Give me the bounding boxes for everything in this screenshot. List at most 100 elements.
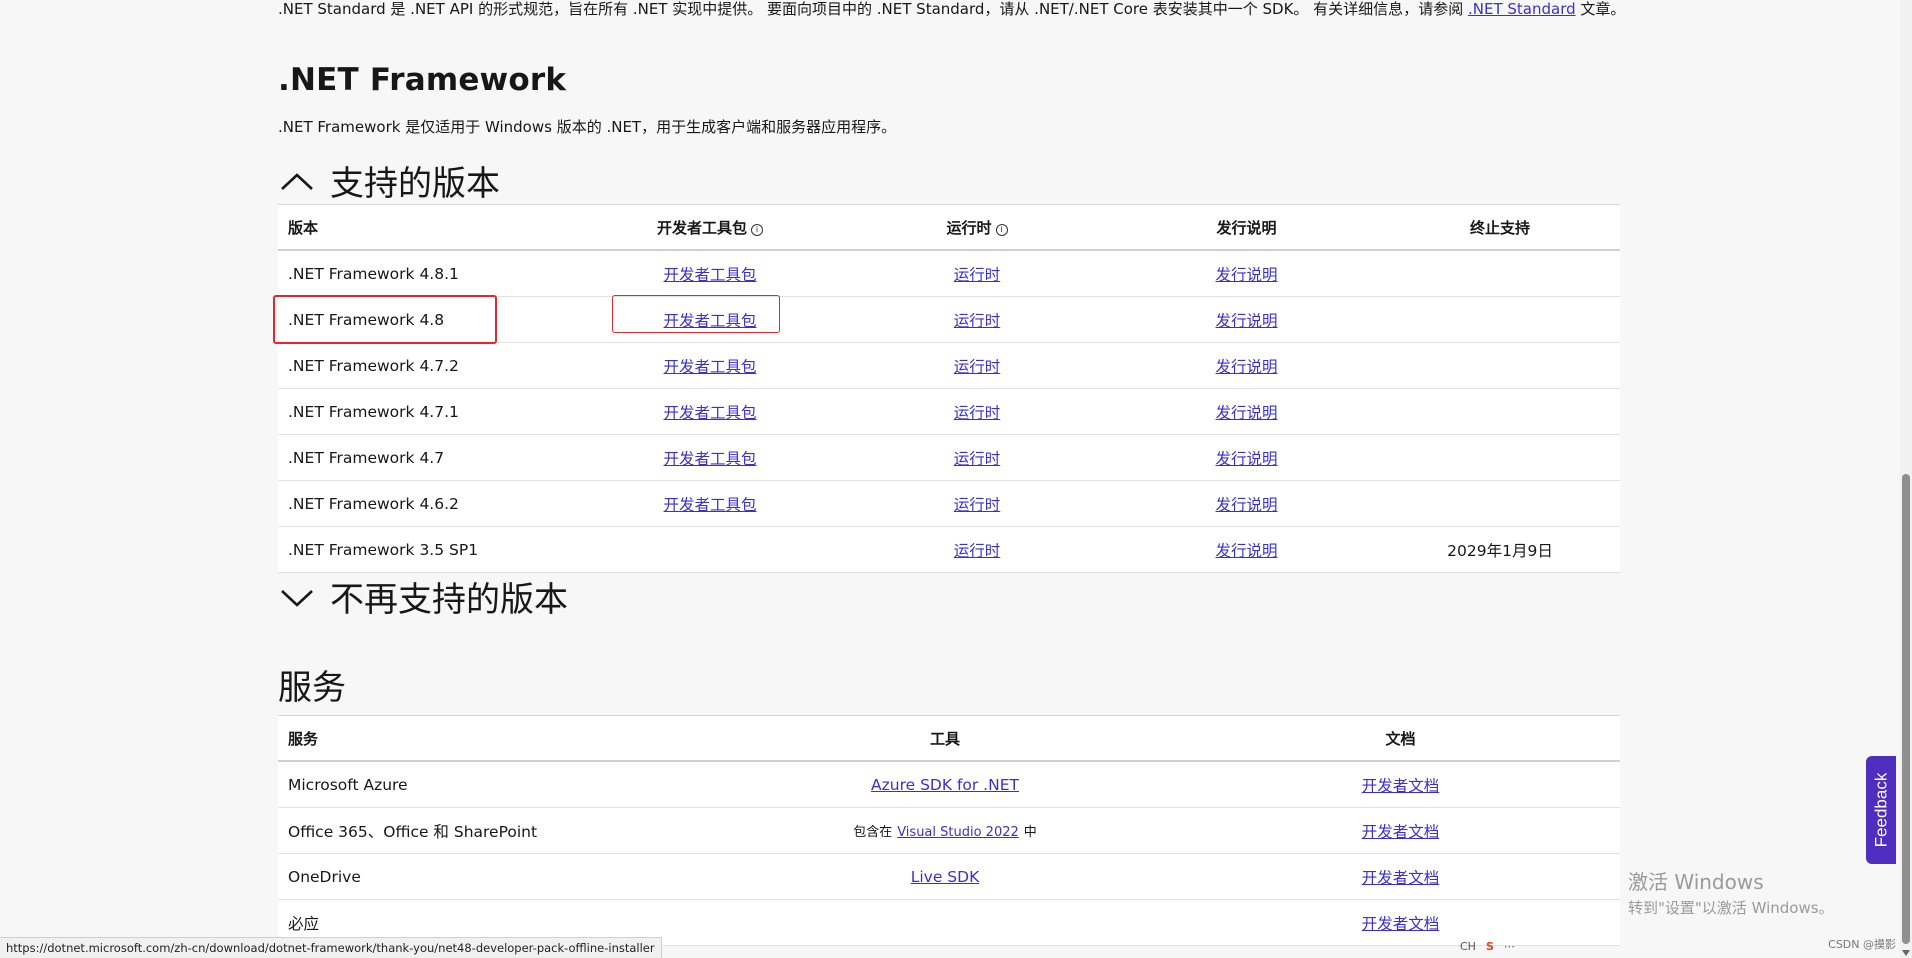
devpack-link[interactable]: 开发者工具包 (663, 312, 756, 330)
service-cell: OneDrive (278, 853, 709, 900)
release-notes-cell: 发行说明 (1113, 434, 1380, 481)
table-row: .NET Framework 4.8.1 开发者工具包 运行时 发行说明 (278, 250, 1620, 297)
tool-cell: Azure SDK for .NET (709, 761, 1181, 808)
runtime-link[interactable]: 运行时 (954, 404, 1001, 422)
service-name: OneDrive (288, 867, 361, 886)
version-cell: .NET Framework 4.6.2 (278, 480, 579, 527)
services-heading: 服务 (278, 668, 346, 708)
vertical-scrollbar[interactable] (1900, 0, 1912, 958)
info-icon[interactable]: i (995, 223, 1008, 236)
runtime-link[interactable]: 运行时 (954, 358, 1001, 376)
release-notes-cell: 发行说明 (1113, 388, 1380, 435)
end-of-support-cell (1380, 250, 1620, 297)
watermark-line1: 激活 Windows (1628, 870, 1764, 894)
end-of-support-cell (1380, 434, 1620, 481)
intro-text-end: 文章。 (1580, 0, 1626, 18)
supported-versions-toggle[interactable]: 支持的版本 (278, 156, 500, 205)
runtime-cell: 运行时 (841, 526, 1113, 573)
release-notes-cell: 发行说明 (1113, 526, 1380, 573)
scroll-down-arrow-icon[interactable] (1902, 950, 1910, 956)
col-runtime: 运行时 i (841, 204, 1113, 251)
scrollbar-thumb[interactable] (1902, 474, 1910, 944)
page: .NET Standard 是 .NET API 的形式规范，旨在所有 .NET… (0, 0, 1912, 958)
release-notes-link[interactable]: 发行说明 (1215, 542, 1277, 560)
version-cell: .NET Framework 4.8.1 (278, 250, 579, 297)
tool-cell: Live SDK (709, 853, 1181, 900)
devpack-cell: 开发者工具包 (579, 250, 841, 297)
runtime-cell: 运行时 (841, 250, 1113, 297)
table-row: OneDrive Live SDK 开发者文档 (278, 853, 1620, 900)
table-header-row: 服务 工具 文档 (278, 715, 1620, 762)
developer-docs-link[interactable]: 开发者文档 (1362, 869, 1440, 887)
tool-link[interactable]: Visual Studio 2022 (897, 825, 1019, 840)
net-standard-intro: .NET Standard 是 .NET API 的形式规范，旨在所有 .NET… (278, 0, 1625, 19)
table-row: Office 365、Office 和 SharePoint 包含在 Visual… (278, 807, 1620, 854)
version-cell: .NET Framework 3.5 SP1 (278, 526, 579, 573)
col-service: 服务 (278, 715, 709, 762)
chevron-down-icon (281, 589, 313, 607)
release-notes-link[interactable]: 发行说明 (1215, 450, 1277, 468)
service-name: Office 365、Office 和 SharePoint (288, 822, 538, 841)
tool-link[interactable]: Azure SDK for .NET (871, 776, 1019, 794)
table-row: Microsoft Azure Azure SDK for .NET 开发者文档 (278, 761, 1620, 808)
runtime-link[interactable]: 运行时 (954, 312, 1001, 330)
version-text: .NET Framework 4.7.2 (288, 356, 459, 375)
runtime-link[interactable]: 运行时 (954, 496, 1001, 514)
col-release-notes: 发行说明 (1113, 204, 1380, 251)
version-cell: .NET Framework 4.8 (278, 296, 579, 343)
services-table: 服务 工具 文档 Microsoft Azure Azure SDK for .N… (278, 715, 1620, 946)
devpack-cell: 开发者工具包 (579, 480, 841, 527)
devpack-link[interactable]: 开发者工具包 (663, 358, 756, 376)
table-row: .NET Framework 4.7 开发者工具包 运行时 发行说明 (278, 434, 1620, 481)
table-row: .NET Framework 4.6.2 开发者工具包 运行时 发行说明 (278, 480, 1620, 527)
version-text: .NET Framework 4.7.1 (288, 402, 459, 421)
feedback-button[interactable]: Feedback (1866, 756, 1896, 864)
version-text: .NET Framework 3.5 SP1 (288, 540, 479, 559)
chevron-up-icon (281, 172, 313, 190)
unsupported-versions-toggle[interactable]: 不再支持的版本 (278, 572, 568, 621)
net-standard-link[interactable]: .NET Standard (1468, 0, 1576, 18)
runtime-link[interactable]: 运行时 (954, 450, 1001, 468)
sogou-icon[interactable]: S (1486, 940, 1494, 953)
devpack-link[interactable]: 开发者工具包 (663, 496, 756, 514)
tool-cell: 包含在 Visual Studio 2022 中 (709, 807, 1181, 854)
table-row: .NET Framework 4.7.1 开发者工具包 运行时 发行说明 (278, 388, 1620, 435)
info-icon[interactable]: i (751, 223, 763, 236)
release-notes-link[interactable]: 发行说明 (1215, 404, 1277, 422)
developer-docs-link[interactable]: 开发者文档 (1362, 777, 1440, 795)
table-header-row: 版本 开发者工具包 i 运行时 i 发行说明 终止支持 (278, 204, 1620, 251)
release-notes-link[interactable]: 发行说明 (1215, 312, 1277, 330)
devpack-link[interactable]: 开发者工具包 (663, 404, 756, 422)
col-tool: 工具 (709, 715, 1181, 762)
version-text: .NET Framework 4.8 (288, 310, 445, 329)
service-cell: Microsoft Azure (278, 761, 709, 808)
release-notes-cell: 发行说明 (1113, 296, 1380, 343)
developer-docs-link[interactable]: 开发者文档 (1362, 915, 1440, 933)
end-of-support-cell (1380, 296, 1620, 343)
tool-link[interactable]: Live SDK (911, 868, 980, 886)
watermark-line2: 转到"设置"以激活 Windows。 (1628, 899, 1834, 917)
supported-versions-table: 版本 开发者工具包 i 运行时 i 发行说明 终止支持 .NET Framework… (278, 204, 1620, 573)
col-end-of-support: 终止支持 (1380, 204, 1620, 251)
activate-windows-watermark: 激活 Windows 转到"设置"以激活 Windows。 (1628, 866, 1834, 918)
developer-docs-link[interactable]: 开发者文档 (1362, 823, 1440, 841)
runtime-link[interactable]: 运行时 (954, 266, 1001, 284)
runtime-cell: 运行时 (841, 342, 1113, 389)
runtime-link[interactable]: 运行时 (954, 542, 1001, 560)
release-notes-link[interactable]: 发行说明 (1215, 358, 1277, 376)
ime-indicator[interactable]: CH (1460, 940, 1476, 953)
release-notes-link[interactable]: 发行说明 (1215, 266, 1277, 284)
feedback-label: Feedback (1871, 772, 1891, 848)
runtime-cell: 运行时 (841, 434, 1113, 481)
devpack-link[interactable]: 开发者工具包 (663, 450, 756, 468)
docs-cell: 开发者文档 (1181, 807, 1620, 854)
version-text: .NET Framework 4.8.1 (288, 264, 459, 283)
devpack-link[interactable]: 开发者工具包 (663, 266, 756, 284)
version-cell: .NET Framework 4.7.1 (278, 388, 579, 435)
devpack-cell: 开发者工具包 (579, 342, 841, 389)
tray-expand-icon[interactable]: ⋯ (1504, 940, 1515, 953)
runtime-cell: 运行时 (841, 296, 1113, 343)
release-notes-link[interactable]: 发行说明 (1215, 496, 1277, 514)
service-name: Microsoft Azure (288, 775, 408, 794)
table-row: .NET Framework 3.5 SP1 运行时 发行说明 2029年1月9日 (278, 526, 1620, 573)
